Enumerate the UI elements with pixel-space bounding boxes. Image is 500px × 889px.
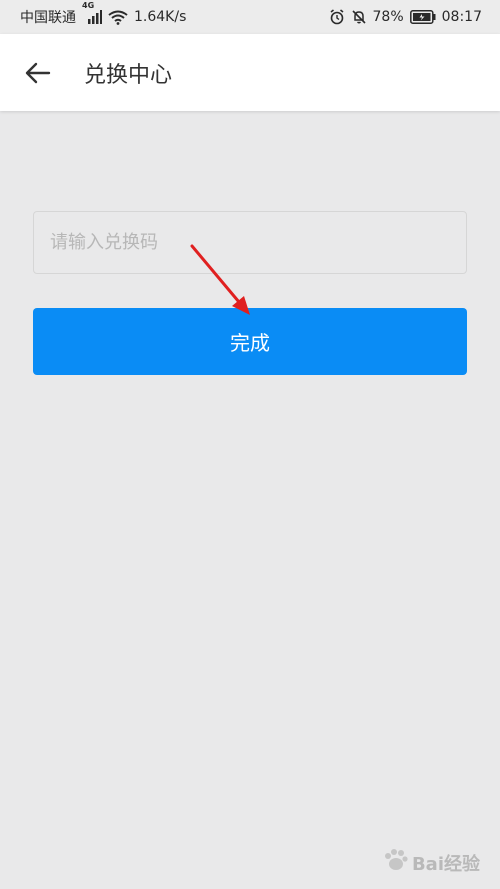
watermark-text: Bai经验 — [411, 853, 480, 875]
mute-notification-icon — [351, 9, 367, 25]
clock-time: 08:17 — [441, 9, 482, 25]
signal-icon: 4G — [82, 1, 102, 24]
battery-percent: 78% — [372, 9, 404, 25]
network-type: 4G — [82, 1, 95, 10]
back-arrow-icon — [25, 62, 51, 83]
carrier-name: 中国联通 — [20, 10, 76, 26]
done-button[interactable]: 完成 — [33, 308, 467, 375]
battery-charging-icon — [409, 10, 436, 24]
back-button[interactable] — [18, 53, 58, 93]
redeem-code-input[interactable] — [33, 211, 467, 274]
watermark: Bai经验 — [382, 848, 480, 877]
page-title: 兑换中心 — [84, 62, 173, 88]
alarm-icon — [329, 9, 345, 25]
network-speed: 1.64K/s — [134, 9, 187, 25]
wifi-icon — [108, 10, 128, 25]
status-bar: 中国联通 4G 1.64K/s 78% 08:17 — [0, 0, 500, 34]
app-bar: 兑换中心 — [0, 34, 500, 111]
paw-logo-icon — [382, 848, 408, 877]
